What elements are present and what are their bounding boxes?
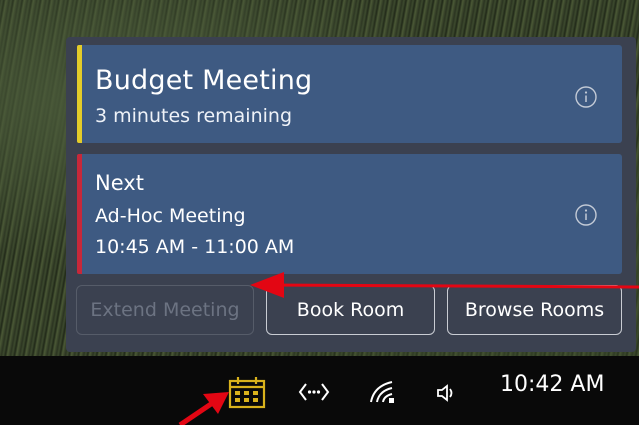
volume-icon[interactable] [434, 381, 460, 405]
taskbar-clock[interactable]: 10:42 AM [500, 372, 604, 397]
current-meeting-accent [77, 45, 82, 143]
network-icon[interactable] [368, 378, 398, 406]
info-icon[interactable] [574, 85, 598, 109]
next-meeting-time: 10:45 AM - 11:00 AM [95, 236, 295, 258]
next-meeting-title: Ad-Hoc Meeting [95, 205, 246, 227]
current-meeting-card[interactable]: Budget Meeting 3 minutes remaining [77, 45, 622, 143]
book-room-button[interactable]: Book Room [266, 285, 435, 335]
info-icon[interactable] [574, 203, 598, 227]
code-icon[interactable] [298, 380, 330, 404]
current-meeting-title: Budget Meeting [95, 65, 313, 96]
current-meeting-status: 3 minutes remaining [95, 105, 293, 127]
next-meeting-card[interactable]: Next Ad-Hoc Meeting 10:45 AM - 11:00 AM [77, 154, 622, 274]
calendar-icon[interactable] [227, 376, 267, 410]
next-meeting-accent [77, 154, 82, 274]
browse-rooms-button[interactable]: Browse Rooms [447, 285, 622, 335]
extend-meeting-button[interactable]: Extend Meeting [76, 285, 254, 335]
next-heading: Next [95, 171, 144, 195]
